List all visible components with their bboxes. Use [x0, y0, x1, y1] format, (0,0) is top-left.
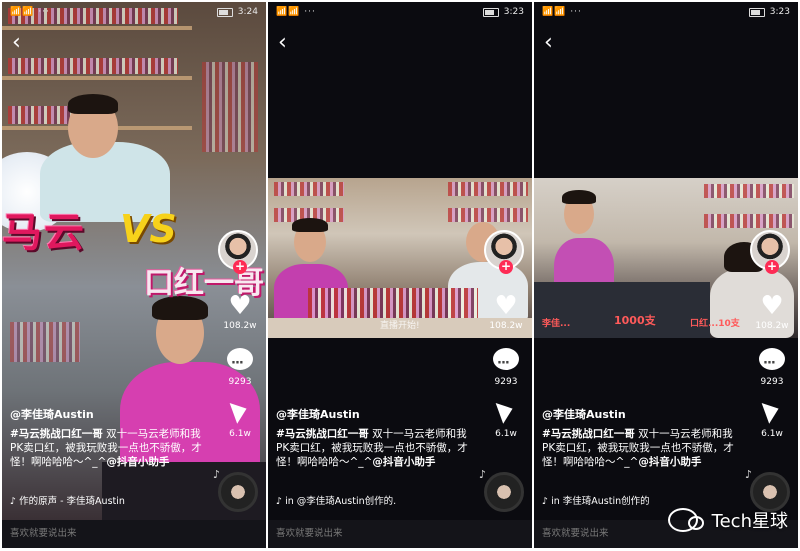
comment-button[interactable]: 9293 [750, 348, 794, 387]
person-hair [68, 94, 118, 114]
comment-input[interactable]: 喜欢就要说出来 [268, 520, 532, 548]
share-arrow-icon [495, 398, 517, 424]
music-note-icon: ♪ [212, 468, 220, 481]
music-disc[interactable] [750, 472, 790, 512]
mention-link[interactable]: @抖音小助手 [106, 456, 169, 468]
like-count: 108.2w [223, 321, 257, 331]
lipstick-rack [704, 214, 794, 228]
lipstick-rack [448, 182, 528, 196]
video-overlay-left: 李佳... [542, 319, 571, 329]
person-hair [562, 190, 596, 204]
clock: 3:24 [237, 7, 258, 17]
person-hair [292, 218, 328, 232]
comment-bubble-icon [759, 348, 785, 378]
comment-count: 9293 [228, 377, 252, 387]
share-button[interactable]: 6.1w [484, 398, 528, 439]
signal-icons: 📶📶 ··· [542, 7, 582, 17]
hashtag-link[interactable]: #马云挑战口红一哥 [276, 428, 369, 440]
watermark: Tech星球 [667, 507, 788, 533]
lipstick-rack [274, 182, 344, 196]
author-name[interactable]: @李佳琦Austin [542, 406, 626, 422]
share-count: 6.1w [229, 429, 251, 439]
comment-button[interactable]: 9293 [484, 348, 528, 387]
share-button[interactable]: 6.1w [750, 398, 794, 439]
heart-icon: ♥ [760, 291, 784, 321]
wechat-icon [667, 508, 704, 532]
lipstick-rack [10, 322, 80, 362]
heart-icon: ♥ [494, 291, 518, 321]
comment-bubble-icon [227, 348, 253, 378]
signal-icons: 📶📶 ··· [10, 7, 50, 17]
follow-plus-icon[interactable]: + [233, 260, 247, 274]
author-name[interactable]: @李佳琦Austin [10, 406, 94, 422]
back-arrow-icon[interactable]: ‹ [12, 32, 21, 54]
music-ticker[interactable]: ♪ 作的原声 - 李佳琦Austin [10, 493, 125, 507]
comment-count: 9293 [494, 377, 518, 387]
video-panel-3[interactable]: 李佳... 1000支 口红...10支 📶📶 ··· 3:23 ‹ + ♥ 1… [534, 2, 798, 548]
monitor [534, 282, 710, 338]
video-title-left: 马云 [2, 210, 86, 256]
music-ticker[interactable]: ♪ in @李佳琦Austin创作的. [276, 493, 396, 507]
clock: 3:23 [769, 7, 790, 17]
post-caption: #马云挑战口红一哥 双十一马云老师和我PK卖口红，被我玩败我一点也不骄傲，才怪！… [276, 427, 472, 469]
video-overlay-right: 口红...10支 [690, 319, 740, 329]
shelf [2, 76, 192, 80]
post-caption: #马云挑战口红一哥 双十一马云老师和我PK卖口红，被我玩败我一点也不骄傲，才怪！… [10, 427, 206, 469]
like-button[interactable]: ♥ 108.2w [484, 292, 528, 331]
video-overlay-text: 直播开始! [380, 321, 420, 331]
author-name[interactable]: @李佳琦Austin [276, 406, 360, 422]
watermark-text: Tech星球 [711, 511, 788, 532]
clock: 3:23 [503, 7, 524, 17]
like-button[interactable]: ♥ 108.2w [750, 292, 794, 331]
signal-icons: 📶📶 ··· [276, 7, 316, 17]
battery-icon [216, 7, 233, 17]
post-caption: #马云挑战口红一哥 双十一马云老师和我PK卖口红，被我玩败我一点也不骄傲，才怪！… [542, 427, 738, 469]
lipstick-rack [448, 208, 528, 222]
music-note-icon: ♪ [744, 468, 752, 481]
battery-icon [748, 7, 765, 17]
share-count: 6.1w [761, 429, 783, 439]
lipstick-wall [202, 62, 258, 152]
like-count: 108.2w [755, 321, 789, 331]
status-right: 3:24 [216, 7, 258, 17]
status-bar: 📶📶 ··· 3:23 [268, 2, 532, 24]
follow-plus-icon[interactable]: + [765, 260, 779, 274]
mention-link[interactable]: @抖音小助手 [372, 456, 435, 468]
shelf [2, 26, 192, 30]
mention-link[interactable]: @抖音小助手 [638, 456, 701, 468]
video-title-vs: VS [120, 207, 177, 251]
status-right: 3:23 [482, 7, 524, 17]
video-panel-1[interactable]: 马云 VS 口红一哥 📶📶 ··· 3:24 ‹ + ♥ 108.2w 9293… [2, 2, 266, 548]
hashtag-link[interactable]: #马云挑战口红一哥 [542, 428, 635, 440]
lipstick-rack [8, 58, 178, 74]
share-button[interactable]: 6.1w [218, 398, 262, 439]
comment-bubble-icon [493, 348, 519, 378]
back-arrow-icon[interactable]: ‹ [544, 32, 553, 54]
share-count: 6.1w [495, 429, 517, 439]
battery-icon [482, 7, 499, 17]
status-right: 3:23 [748, 7, 790, 17]
comment-count: 9293 [760, 377, 784, 387]
share-arrow-icon [761, 398, 783, 424]
video-panel-2[interactable]: 直播开始! 📶📶 ··· 3:23 ‹ + ♥ 108.2w 9293 6.1w… [268, 2, 532, 548]
hashtag-link[interactable]: #马云挑战口红一哥 [10, 428, 103, 440]
status-bar: 📶📶 ··· 3:23 [534, 2, 798, 24]
video-overlay-mid: 1000支 [614, 314, 656, 327]
music-note-icon: ♪ [478, 468, 486, 481]
lipstick-rack [704, 184, 794, 198]
follow-plus-icon[interactable]: + [499, 260, 513, 274]
comment-input[interactable]: 喜欢就要说出来 [2, 520, 266, 548]
share-arrow-icon [229, 398, 251, 424]
like-count: 108.2w [489, 321, 523, 331]
music-disc[interactable] [484, 472, 524, 512]
back-arrow-icon[interactable]: ‹ [278, 32, 287, 54]
status-bar: 📶📶 ··· 3:24 [2, 2, 266, 24]
music-disc[interactable] [218, 472, 258, 512]
like-button[interactable]: ♥ 108.2w [218, 292, 262, 331]
heart-icon: ♥ [228, 291, 252, 321]
comment-button[interactable]: 9293 [218, 348, 262, 387]
lipstick-table [308, 288, 478, 322]
music-ticker[interactable]: ♪ in 李佳琦Austin创作的 [542, 493, 650, 507]
